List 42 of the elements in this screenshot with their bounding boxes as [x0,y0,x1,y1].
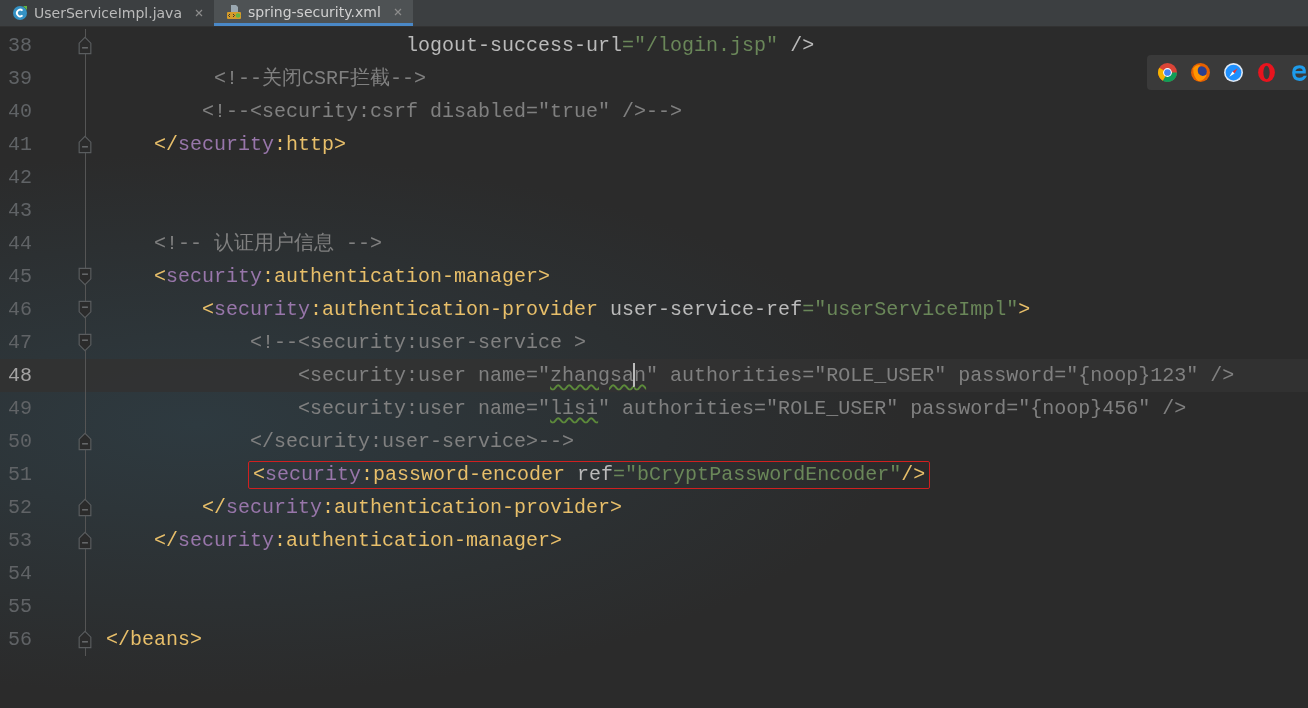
fold-icon[interactable] [78,300,92,319]
fold-icon[interactable] [78,531,92,550]
code-line: </security:authentication-manager> [153,527,564,554]
code-line: <!--<security:csrf disabled="true" />--> [201,98,684,125]
fold-icon[interactable] [78,135,92,154]
fold-icon[interactable] [78,498,92,517]
fold-icon[interactable] [78,267,92,286]
line-number: 40 [7,100,33,123]
line-number: 43 [7,199,33,222]
code-line: </security:authentication-provider> [201,494,624,521]
fold-icon[interactable] [78,36,92,55]
code-line: </beans> [105,626,203,653]
class-icon [12,5,28,21]
code-line: <security:authentication-manager> [153,263,552,290]
file-icon [226,3,242,20]
editor-tab[interactable]: UserServiceImpl.java [0,0,214,26]
compass-icon[interactable] [1223,62,1244,83]
fold-icon[interactable] [78,432,92,451]
close-icon[interactable] [194,8,204,18]
letter-e-icon[interactable] [1289,62,1308,83]
fold-icon[interactable] [78,333,92,352]
fold-icon[interactable] [78,630,92,649]
ring-icon[interactable] [1157,62,1178,83]
line-number: 41 [7,133,33,156]
line-number: 38 [7,34,33,57]
line-number: 42 [7,166,33,189]
code-line: logout-success-url="/login.jsp" /> [405,32,816,59]
line-number: 39 [7,67,33,90]
line-number: 48 [7,364,33,387]
code-line: </security:user-service>--> [249,428,576,455]
code-line: <!--关闭CSRF拦截--> [213,65,428,92]
line-number: 56 [7,628,33,651]
code-line: <security:authentication-provider user-service-ref="userServiceImpl"> [201,296,1032,323]
code-line: <!--<security:user-service > [249,329,588,356]
code-line: </security:http> [153,131,348,158]
editor-tab[interactable]: spring-security.xml [214,0,413,26]
globe-icon[interactable] [1190,62,1211,83]
code-line: <security:user name="lisi" authorities="ROLE_USER" password="{noop}456" /> [297,395,1188,422]
letter-o-icon[interactable] [1256,62,1277,83]
close-icon[interactable] [392,6,403,17]
code-line: <!-- 认证用户信息 --> [153,230,384,257]
code-line: <security:user name="zhangsan" authorities="ROLE_USER" password="{noop}123" /> [297,362,1236,389]
